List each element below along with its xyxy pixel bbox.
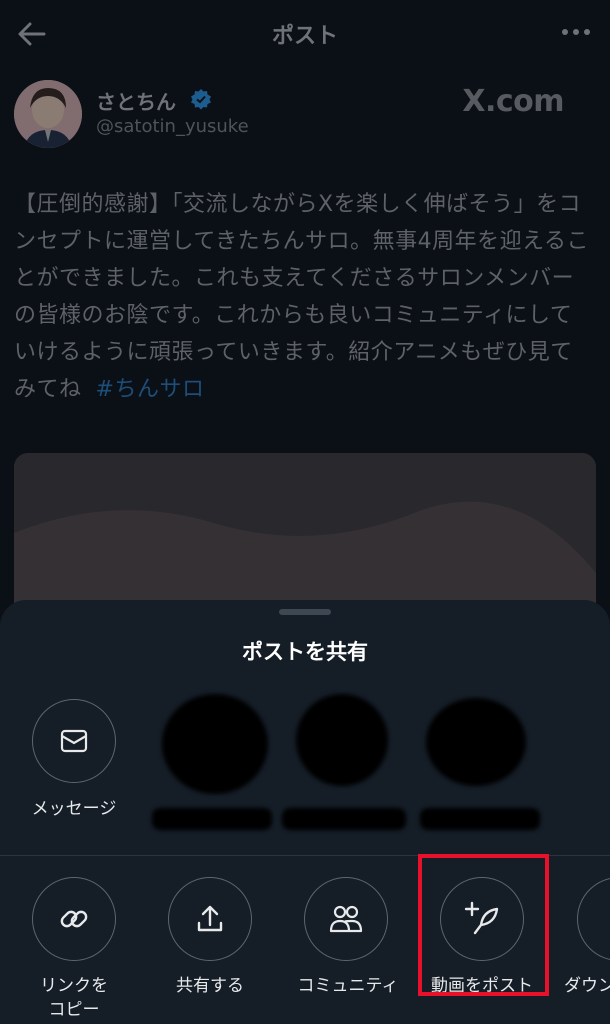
page-title: ポスト [271,24,338,49]
share-upload-icon [197,905,223,932]
screen: ポスト さとちん @satotin_yusuke X.com 【圧倒的感謝】「交… [0,0,610,1024]
download-icon [604,903,610,935]
sheet-title: ポストを共有 [242,640,368,664]
author-handle[interactable]: @satotin_yusuke [96,116,249,137]
download-label: ダウン [564,976,610,996]
header: ポスト [0,0,610,70]
verified-badge-icon [190,88,212,110]
copy-link-label-line1: リンクを [40,976,108,996]
author-name[interactable]: さとちん [96,86,176,115]
avatar[interactable] [14,80,82,148]
community-label: コミュニティ [297,976,399,996]
xcom-watermark: X.com [462,84,564,119]
post-text-content: 【圧倒的感謝】「交流しながらXを楽しく伸ばそう」をコンセプトに運営してきたちんサ… [14,192,590,402]
contact-avatar-redacted[interactable] [426,698,526,786]
copy-link-label: リンクを コピー [18,974,130,1022]
contact-avatar-redacted[interactable] [296,694,388,786]
copy-link-label-line2: コピー [48,1000,100,1020]
share-via-button[interactable] [168,877,252,961]
envelope-icon [60,729,88,753]
community-people-icon [329,905,363,933]
share-sheet: ポストを共有 メッセージ リンクを コピー 共有する コミュニティ 動画をポスト… [0,600,610,1024]
message-label: メッセージ [31,799,117,819]
highlight-box [418,854,549,996]
message-button[interactable] [32,699,116,783]
more-button[interactable] [560,22,592,42]
share-via-label: 共有する [176,976,244,996]
contact-name-redacted [420,808,540,830]
contact-name-redacted [152,808,272,830]
link-icon [60,910,88,928]
post-text: 【圧倒的感謝】「交流しながらXを楽しく伸ばそう」をコンセプトに運営してきたちんサ… [14,186,594,408]
contact-name-redacted [282,808,406,830]
hashtag-link[interactable]: #ちんサロ [96,377,205,402]
community-button[interactable] [304,877,388,961]
contact-avatar-redacted[interactable] [162,694,268,794]
sheet-grabber[interactable] [279,609,331,615]
avatar-illustration [14,80,82,148]
copy-link-button[interactable] [32,877,116,961]
download-button[interactable] [577,877,610,961]
more-horizontal-icon [562,29,590,35]
